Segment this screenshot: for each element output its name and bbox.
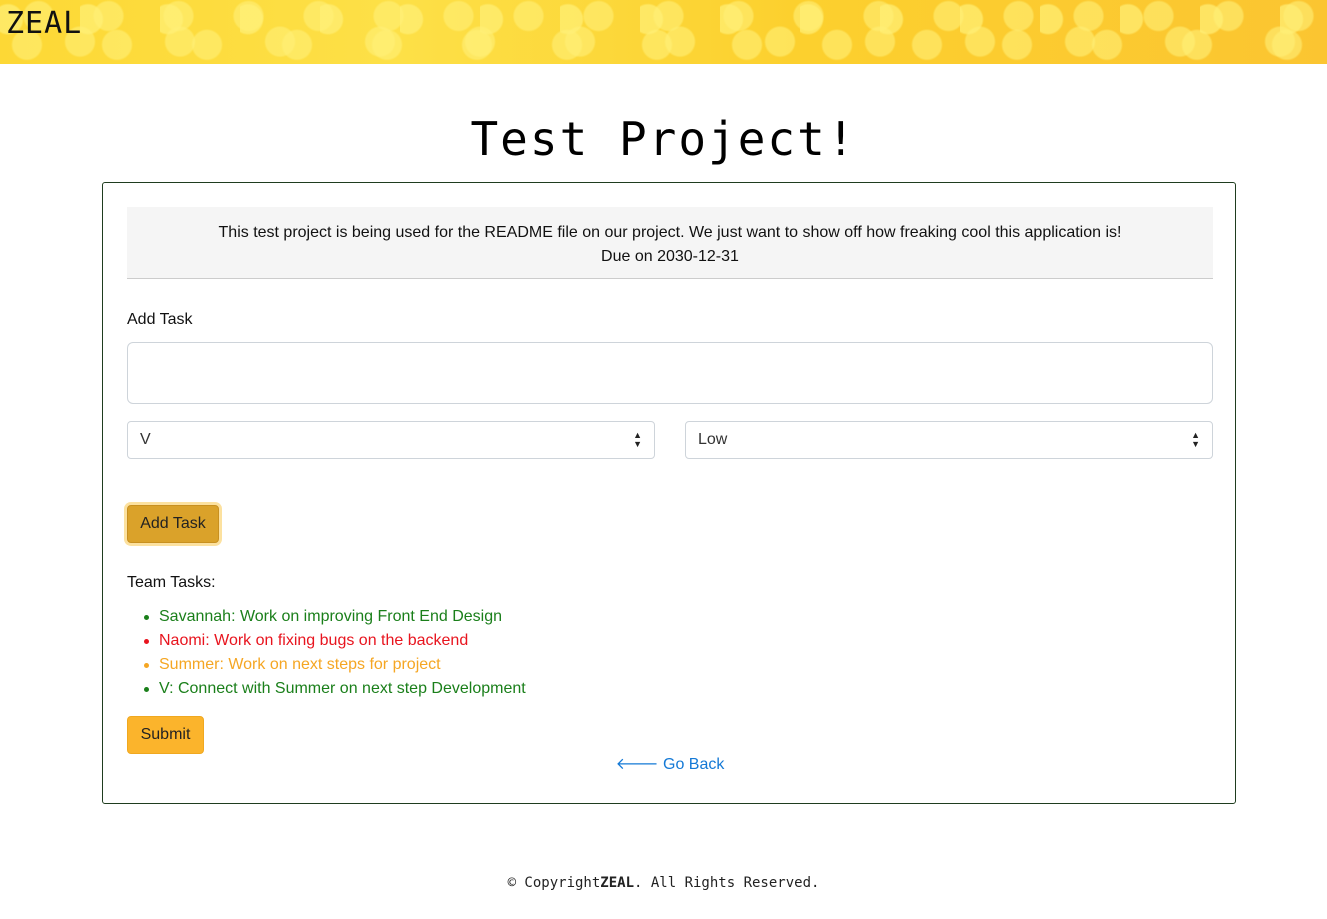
select-arrows-icon: ▲ ▼: [1191, 430, 1200, 449]
footer: © CopyrightZEAL. All Rights Reserved.: [0, 875, 1327, 891]
task-item: V: Connect with Summer on next step Deve…: [144, 677, 526, 701]
task-textarea[interactable]: [127, 342, 1213, 404]
footer-copyright: © Copyright: [507, 875, 601, 891]
task-item: Summer: Work on next steps for project: [144, 653, 526, 677]
submit-button[interactable]: Submit: [127, 716, 204, 754]
brand-logo[interactable]: ZEAL: [6, 6, 82, 41]
footer-rights: . All Rights Reserved.: [634, 875, 820, 891]
select-arrows-icon: ▲ ▼: [633, 430, 642, 449]
project-card: This test project is being used for the …: [102, 182, 1236, 804]
go-back-link[interactable]: 🡐 Go Back: [103, 753, 1237, 774]
team-tasks-label: Team Tasks:: [127, 574, 216, 591]
task-item: Naomi: Work on fixing bugs on the backen…: [144, 629, 526, 653]
site-header: ZEAL: [0, 0, 1327, 64]
page-title: Test Project!: [470, 112, 857, 166]
project-description-box: This test project is being used for the …: [127, 207, 1213, 279]
footer-brand: ZEAL: [600, 875, 634, 891]
assignee-selected-value: V: [140, 431, 151, 448]
priority-selected-value: Low: [698, 431, 728, 448]
task-item: Savannah: Work on improving Front End De…: [144, 605, 526, 629]
project-description: This test project is being used for the …: [218, 224, 1122, 241]
assignee-select[interactable]: V ▲ ▼: [127, 421, 655, 459]
project-due-date: Due on 2030-12-31: [601, 248, 739, 265]
priority-select[interactable]: Low ▲ ▼: [685, 421, 1213, 459]
team-task-list: Savannah: Work on improving Front End De…: [144, 605, 526, 701]
add-task-label: Add Task: [127, 311, 193, 328]
add-task-button[interactable]: Add Task: [127, 505, 219, 543]
